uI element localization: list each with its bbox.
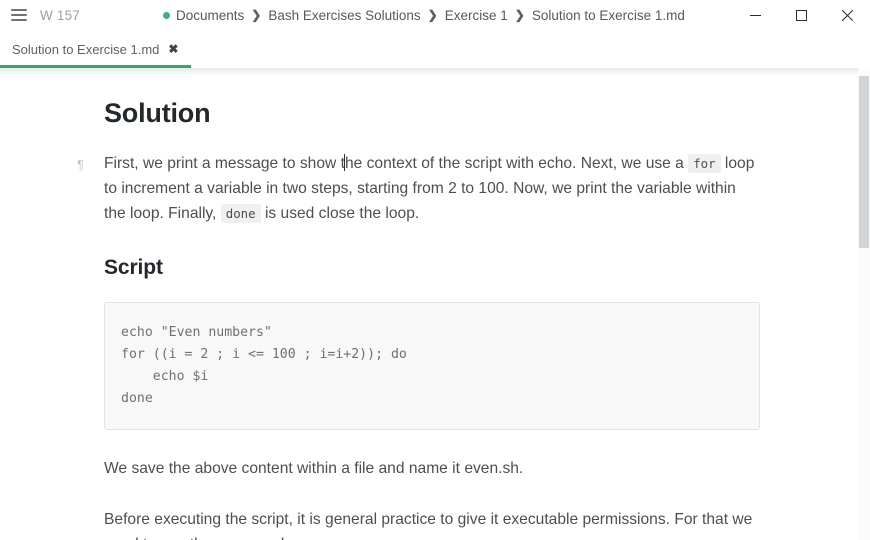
paragraph-permissions[interactable]: Before executing the script, it is gener… [104,507,760,540]
tab-bar: Solution to Exercise 1.md ✖ [0,30,870,68]
inline-code-done: done [220,204,261,223]
breadcrumb-item-current-file[interactable]: Solution to Exercise 1.md [532,8,685,23]
word-count-label: W 157 [40,7,81,23]
heading-solution: Solution [104,98,211,128]
paragraph-intro-text-1: First, we print a message to show t [104,155,345,172]
close-button[interactable] [824,0,870,30]
paragraph-intro-text-2: he context of the script with echo. Next… [344,155,684,172]
chevron-right-icon: ❯ [427,8,438,22]
breadcrumb-status-dot [163,11,170,19]
tab-close-icon[interactable]: ✖ [168,43,178,55]
hamburger-icon[interactable] [11,9,27,21]
inline-code-for: for [688,154,721,173]
pilcrow-icon: ¶ [77,157,84,172]
heading-script: Script [104,256,163,279]
breadcrumb-item-bash-exercises-solutions[interactable]: Bash Exercises Solutions [268,8,420,23]
code-block-bash-script[interactable]: echo "Even numbers" for ((i = 2 ; i <= 1… [104,302,760,430]
vertical-scrollbar[interactable] [858,68,870,540]
scrollbar-thumb[interactable] [859,76,869,248]
editor-area: Solution ¶ First, we print a message to s… [0,68,870,540]
tab-label: Solution to Exercise 1.md [12,41,160,57]
breadcrumb: Documents ❯ Bash Exercises Solutions ❯ E… [163,0,685,30]
breadcrumb-item-exercise-1[interactable]: Exercise 1 [445,8,508,23]
chevron-right-icon: ❯ [251,8,262,22]
paragraph-save-file[interactable]: We save the above content within a file … [104,456,760,481]
paragraph-intro[interactable]: ¶ First, we print a message to show the c… [77,151,760,226]
paragraph-intro-text-4: is used close the loop. [264,205,420,222]
markdown-editor[interactable]: Solution ¶ First, we print a message to s… [0,68,870,540]
window-controls [732,0,870,30]
minimize-button[interactable] [732,0,778,30]
chevron-right-icon: ❯ [514,8,525,22]
maximize-button[interactable] [778,0,824,30]
tab-solution-to-exercise-1[interactable]: Solution to Exercise 1.md ✖ [0,30,192,68]
title-bar: W 157 Documents ❯ Bash Exercises Solutio… [0,0,870,30]
breadcrumb-item-documents[interactable]: Documents [176,8,244,23]
